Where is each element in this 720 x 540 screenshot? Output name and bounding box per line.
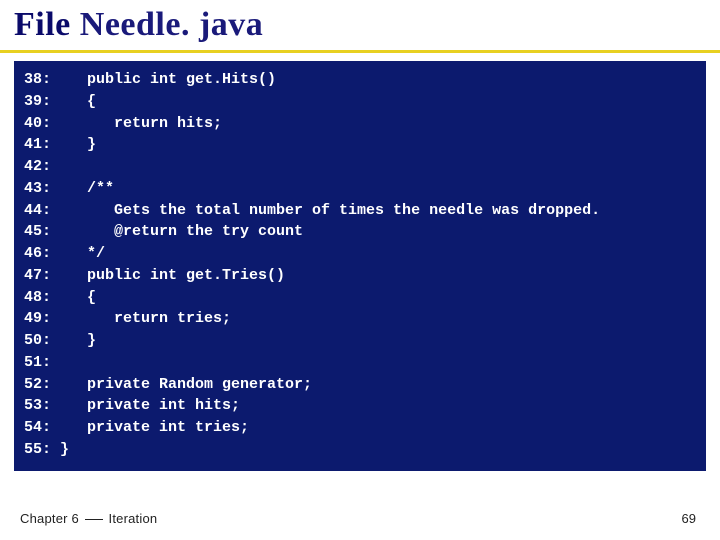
- em-dash-icon: [85, 519, 103, 520]
- slide: File Needle. java 38: public int get.Hit…: [0, 0, 720, 540]
- slide-footer: Chapter 6 Iteration 69: [20, 511, 696, 526]
- title-accent: File: [14, 6, 71, 43]
- chapter-right: Iteration: [109, 511, 158, 526]
- chapter-left: Chapter 6: [20, 511, 79, 526]
- page-number: 69: [682, 511, 696, 526]
- title-rest: Needle. java: [71, 6, 264, 43]
- page-title: File Needle. java: [14, 6, 706, 44]
- code-block: 38: public int get.Hits() 39: { 40: retu…: [14, 61, 706, 471]
- chapter-label: Chapter 6 Iteration: [20, 511, 157, 526]
- title-underline: [0, 50, 720, 53]
